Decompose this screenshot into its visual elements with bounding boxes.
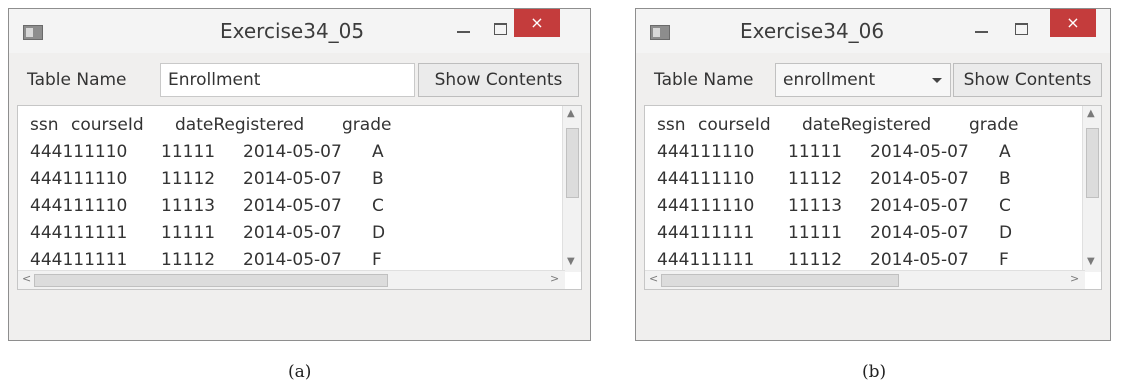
cell-grade: F <box>999 250 1009 270</box>
header-dateregistered: dateRegistered <box>175 115 305 135</box>
cell-courseid: 11113 <box>161 196 216 216</box>
scroll-left-icon[interactable]: < <box>22 272 31 285</box>
cell-courseid: 11111 <box>788 223 843 243</box>
title-bar[interactable]: Exercise34_05 × <box>9 9 590 53</box>
cell-courseid: 11111 <box>161 223 216 243</box>
cell-ssn: 444111110 <box>657 196 755 216</box>
horizontal-scrollbar[interactable]: < > <box>18 270 565 289</box>
contents-text-area[interactable]: ssn courseId dateRegistered grade 444111… <box>644 105 1102 290</box>
cell-dateregistered: 2014-05-07 <box>243 250 342 270</box>
header-ssn: ssn <box>30 115 59 135</box>
table-name-input[interactable]: Enrollment <box>160 63 415 97</box>
cell-grade: B <box>999 169 1011 189</box>
cell-courseid: 11112 <box>161 169 216 189</box>
chevron-down-icon <box>932 78 942 83</box>
minimize-icon[interactable] <box>975 23 989 37</box>
table-name-label: Table Name <box>654 70 754 90</box>
cell-ssn: 444111111 <box>30 250 128 270</box>
cell-grade: C <box>372 196 384 216</box>
scroll-right-icon[interactable]: > <box>1070 272 1079 285</box>
header-dateregistered: dateRegistered <box>802 115 932 135</box>
vertical-scrollbar[interactable]: ▲ ▼ <box>1082 106 1101 272</box>
cell-courseid: 11112 <box>161 250 216 270</box>
window-exercise34-05: Exercise34_05 × Table Name Enrollment Sh… <box>8 8 591 341</box>
cell-grade: F <box>372 250 382 270</box>
cell-dateregistered: 2014-05-07 <box>243 142 342 162</box>
cell-courseid: 11112 <box>788 250 843 270</box>
header-courseid: courseId <box>698 115 771 135</box>
maximize-icon[interactable] <box>494 23 507 35</box>
cell-dateregistered: 2014-05-07 <box>870 142 969 162</box>
combobox-selected-value: enrollment <box>783 70 876 90</box>
cell-dateregistered: 2014-05-07 <box>870 223 969 243</box>
cell-courseid: 11111 <box>788 142 843 162</box>
cell-ssn: 444111110 <box>657 169 755 189</box>
cell-dateregistered: 2014-05-07 <box>870 250 969 270</box>
cell-courseid: 11113 <box>788 196 843 216</box>
cell-grade: D <box>999 223 1013 243</box>
scroll-up-icon[interactable]: ▲ <box>567 108 575 119</box>
close-button[interactable]: × <box>1050 9 1096 37</box>
show-contents-button[interactable]: Show Contents <box>953 63 1102 97</box>
window-title: Exercise34_06 <box>740 19 885 43</box>
header-ssn: ssn <box>657 115 686 135</box>
cell-ssn: 444111110 <box>657 142 755 162</box>
cell-courseid: 11112 <box>788 169 843 189</box>
cell-grade: B <box>372 169 384 189</box>
show-contents-button[interactable]: Show Contents <box>418 63 579 97</box>
scroll-up-icon[interactable]: ▲ <box>1087 108 1095 119</box>
maximize-icon[interactable] <box>1015 23 1028 35</box>
cell-dateregistered: 2014-05-07 <box>870 196 969 216</box>
cell-ssn: 444111111 <box>657 250 755 270</box>
title-bar[interactable]: Exercise34_06 × <box>636 9 1110 53</box>
vertical-scroll-thumb[interactable] <box>566 128 579 198</box>
scroll-down-icon[interactable]: ▼ <box>1087 256 1095 267</box>
cell-dateregistered: 2014-05-07 <box>243 196 342 216</box>
minimize-icon[interactable] <box>457 23 471 37</box>
cell-ssn: 444111110 <box>30 142 128 162</box>
header-grade: grade <box>969 115 1019 135</box>
window-exercise34-06: Exercise34_06 × Table Name enrollment Sh… <box>635 8 1111 341</box>
cell-grade: C <box>999 196 1011 216</box>
close-button[interactable]: × <box>514 9 560 37</box>
cell-dateregistered: 2014-05-07 <box>870 169 969 189</box>
window-title: Exercise34_05 <box>220 19 365 43</box>
table-name-label: Table Name <box>27 70 127 90</box>
vertical-scroll-thumb[interactable] <box>1086 128 1099 198</box>
scroll-down-icon[interactable]: ▼ <box>567 256 575 267</box>
cell-ssn: 444111111 <box>30 223 128 243</box>
cell-grade: A <box>372 142 384 162</box>
header-grade: grade <box>342 115 392 135</box>
app-icon <box>23 25 43 40</box>
cell-dateregistered: 2014-05-07 <box>243 223 342 243</box>
cell-ssn: 444111110 <box>30 196 128 216</box>
app-icon <box>650 25 670 40</box>
cell-grade: A <box>999 142 1011 162</box>
horizontal-scroll-thumb[interactable] <box>34 274 388 287</box>
vertical-scrollbar[interactable]: ▲ ▼ <box>562 106 581 272</box>
scroll-right-icon[interactable]: > <box>550 272 559 285</box>
cell-dateregistered: 2014-05-07 <box>243 169 342 189</box>
scroll-left-icon[interactable]: < <box>649 272 658 285</box>
cell-ssn: 444111110 <box>30 169 128 189</box>
table-name-combobox[interactable]: enrollment <box>775 63 951 97</box>
horizontal-scroll-thumb[interactable] <box>661 274 899 287</box>
horizontal-scrollbar[interactable]: < > <box>645 270 1085 289</box>
contents-text-area[interactable]: ssn courseId dateRegistered grade 444111… <box>17 105 582 290</box>
header-courseid: courseId <box>71 115 144 135</box>
cell-courseid: 11111 <box>161 142 216 162</box>
cell-grade: D <box>372 223 386 243</box>
cell-ssn: 444111111 <box>657 223 755 243</box>
figure-caption: (a) <box>288 362 312 382</box>
figure-caption: (b) <box>862 362 887 382</box>
